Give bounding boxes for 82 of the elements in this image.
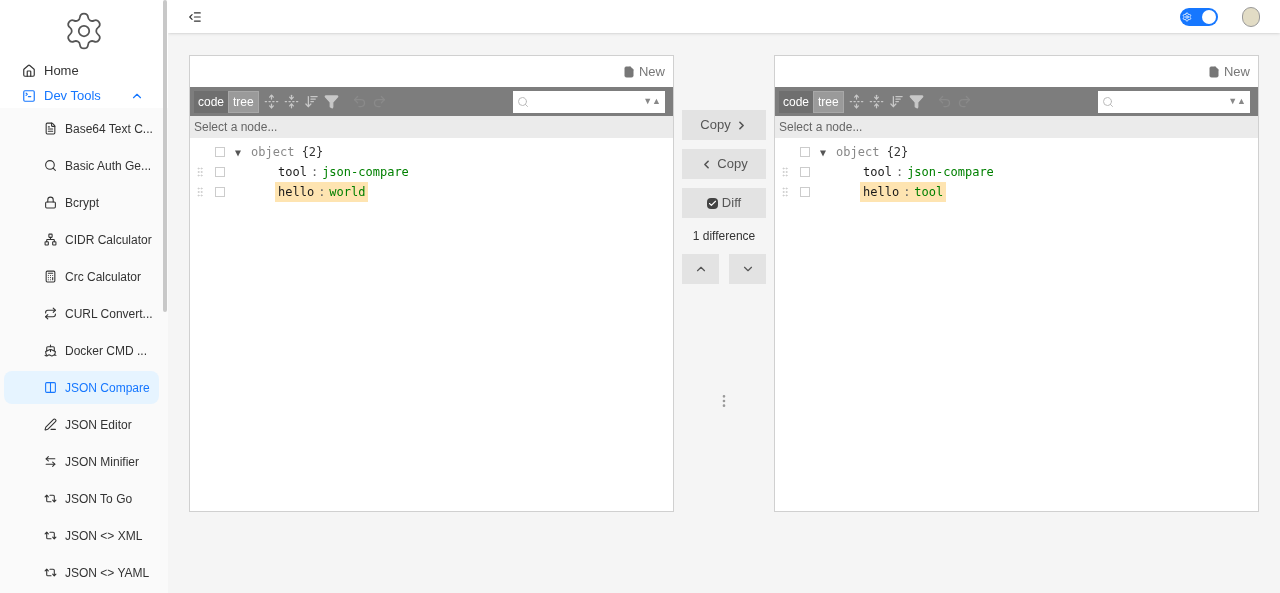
sidebar-item[interactable]: Home bbox=[0, 58, 168, 83]
checkbox[interactable] bbox=[800, 187, 810, 197]
previous-difference-button[interactable] bbox=[682, 254, 719, 284]
checkbox[interactable] bbox=[800, 147, 810, 157]
copy-left-button[interactable]: Copy bbox=[682, 149, 766, 179]
repeat-icon bbox=[44, 307, 57, 320]
drag-handle-icon[interactable] bbox=[779, 186, 791, 198]
search-field[interactable]: ▼▲ bbox=[513, 90, 665, 113]
node-label: object {2} bbox=[251, 144, 324, 161]
drag-handle-icon[interactable] bbox=[194, 186, 206, 198]
diff-button[interactable]: Diff bbox=[682, 188, 766, 218]
checkbox-icon bbox=[706, 197, 718, 209]
drag-handle-icon[interactable] bbox=[779, 166, 791, 178]
columns-icon bbox=[44, 381, 57, 394]
sidebar-item[interactable]: Crc Calculator bbox=[4, 260, 159, 293]
tree-node[interactable]: tool : json-compare bbox=[275, 162, 412, 182]
sidebar-item[interactable]: Basic Auth Ge... bbox=[4, 149, 159, 182]
calculator-icon bbox=[44, 270, 57, 283]
network-icon bbox=[44, 233, 57, 246]
sidebar-item[interactable]: CIDR Calculator bbox=[4, 223, 159, 256]
gear-icon bbox=[1182, 11, 1192, 22]
checkbox[interactable] bbox=[800, 167, 810, 177]
checkbox[interactable] bbox=[215, 147, 225, 157]
terminal-icon bbox=[22, 88, 36, 103]
pen-icon bbox=[44, 418, 57, 431]
lock-icon bbox=[44, 196, 57, 209]
mode-tab[interactable]: code bbox=[194, 90, 229, 113]
expand-toggle[interactable]: ▼ bbox=[820, 144, 827, 160]
menu-icon[interactable] bbox=[188, 9, 202, 24]
drag-handle-icon[interactable] bbox=[194, 166, 206, 178]
sidebar-item[interactable]: Base64 Text C... bbox=[4, 112, 159, 145]
avatar[interactable] bbox=[1242, 6, 1260, 27]
repeat-icon bbox=[44, 566, 57, 579]
scrollbar[interactable] bbox=[163, 0, 167, 312]
sidebar-item[interactable]: JSON <> XML bbox=[4, 519, 159, 552]
next-difference-button[interactable] bbox=[729, 254, 766, 284]
sidebar-item[interactable]: JSON Minifier bbox=[4, 445, 159, 478]
sidebar-item[interactable]: JSON To Go bbox=[4, 482, 159, 515]
filter-icon[interactable] bbox=[323, 94, 339, 109]
magnifier-icon bbox=[44, 159, 57, 172]
home-icon bbox=[22, 63, 36, 78]
repeat-icon bbox=[44, 529, 57, 542]
checkbox[interactable] bbox=[215, 187, 225, 197]
document-icon bbox=[623, 65, 635, 78]
repeat-icon bbox=[44, 492, 57, 505]
tree-node[interactable]: hello : world bbox=[275, 182, 369, 202]
swap-arrows-icon bbox=[44, 455, 57, 468]
document-icon bbox=[1208, 65, 1220, 78]
tree-node[interactable]: hello : tool bbox=[860, 182, 947, 202]
search-icon bbox=[1102, 95, 1114, 108]
expand-all-icon[interactable] bbox=[848, 94, 864, 109]
sidebar-item[interactable]: JSON Compare bbox=[4, 371, 159, 404]
sort-icon[interactable] bbox=[888, 94, 904, 109]
collapse-all-icon[interactable] bbox=[283, 94, 299, 109]
difference-count: 1 difference bbox=[692, 228, 756, 245]
search-navigation-arrows[interactable]: ▼▲ bbox=[643, 94, 661, 109]
new-button[interactable]: New bbox=[1208, 61, 1250, 82]
search-navigation-arrows[interactable]: ▼▲ bbox=[1228, 94, 1246, 109]
document-icon bbox=[44, 122, 57, 135]
checkbox[interactable] bbox=[215, 167, 225, 177]
filter-icon[interactable] bbox=[908, 94, 924, 109]
mode-tab[interactable]: code bbox=[779, 90, 814, 113]
expand-toggle[interactable]: ▼ bbox=[235, 144, 242, 160]
sidebar-item[interactable]: Docker CMD ... bbox=[4, 334, 159, 367]
collapse-all-icon[interactable] bbox=[868, 94, 884, 109]
sort-icon[interactable] bbox=[303, 94, 319, 109]
sidebar-item[interactable]: JSON Editor bbox=[4, 408, 159, 441]
group-label: Dev Tools bbox=[44, 86, 101, 105]
theme-toggle[interactable] bbox=[1180, 7, 1218, 26]
search-icon bbox=[517, 95, 529, 108]
sidebar-item[interactable]: JSON <> YAML bbox=[4, 556, 159, 589]
status-text: Select a node... bbox=[194, 119, 278, 136]
sidebar-item[interactable]: CURL Convert... bbox=[4, 297, 159, 330]
new-button[interactable]: New bbox=[623, 61, 665, 82]
sidebar-item[interactable]: Bcrypt bbox=[4, 186, 159, 219]
tree-node[interactable]: tool : json-compare bbox=[860, 162, 997, 182]
node-label: object {2} bbox=[836, 144, 909, 161]
copy-right-button[interactable]: Copy bbox=[682, 110, 766, 140]
status-text: Select a node... bbox=[779, 119, 863, 136]
search-field[interactable]: ▼▲ bbox=[1098, 90, 1250, 113]
expand-all-icon[interactable] bbox=[263, 94, 279, 109]
sidebar-group[interactable]: Dev Tools bbox=[0, 83, 168, 108]
